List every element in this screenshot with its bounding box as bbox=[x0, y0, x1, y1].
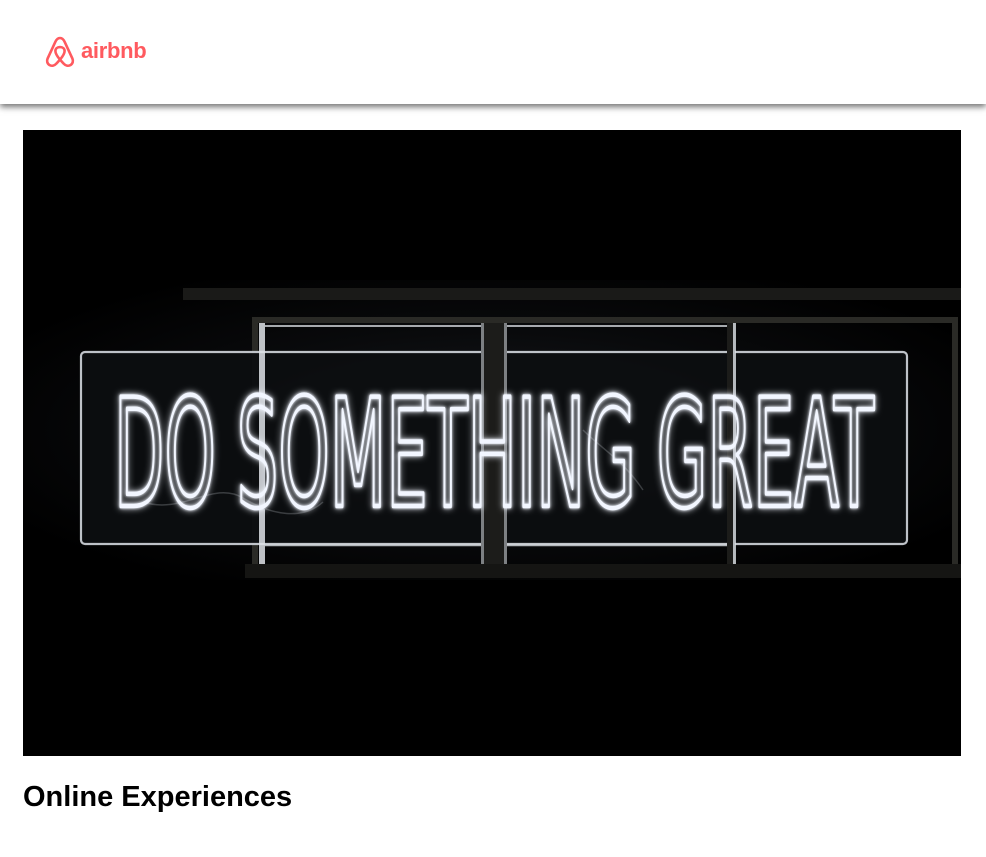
card-title[interactable]: Online Experiences bbox=[23, 779, 292, 815]
neon-sign-photo: DO SOMETHING GREAT bbox=[23, 130, 961, 756]
hero-image: DO SOMETHING GREAT bbox=[23, 130, 961, 756]
airbnb-belo-icon bbox=[45, 36, 75, 68]
neon-sign-text: DO SOMETHING GREAT bbox=[114, 368, 875, 542]
top-navbar: airbnb bbox=[0, 0, 986, 104]
airbnb-logo-link[interactable]: airbnb bbox=[43, 34, 147, 70]
brand-wordmark: airbnb bbox=[81, 38, 147, 63]
